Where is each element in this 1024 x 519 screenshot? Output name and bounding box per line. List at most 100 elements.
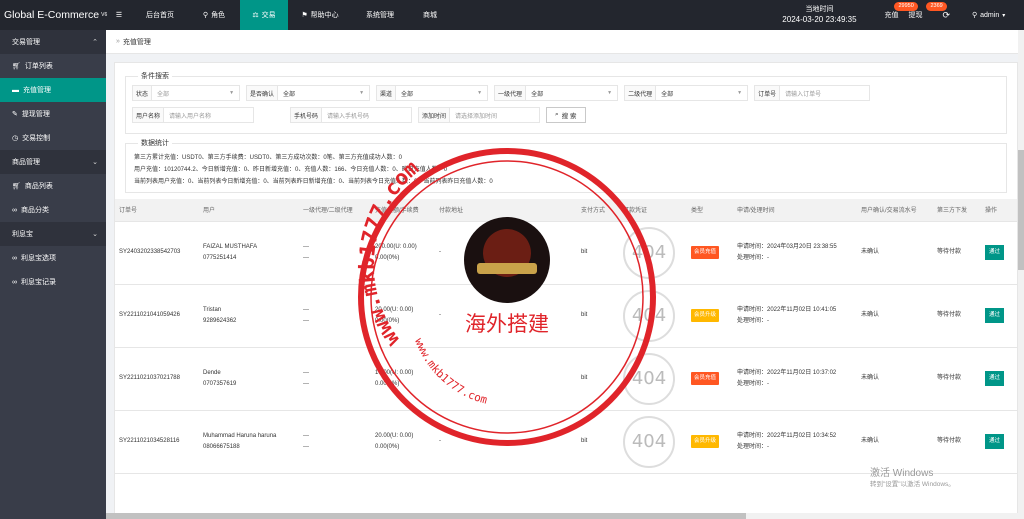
search-legend: 条件搜索 xyxy=(141,73,169,80)
topnav-mall-label: 商城 xyxy=(423,12,437,19)
sidebar-item-trade-control[interactable]: ◷ 交易控制 xyxy=(0,126,106,150)
topnav-role[interactable]: ⚲ 角色 xyxy=(188,0,240,30)
cell-time: 申请时间：2022年11月02日 10:37:02 处理时间：- xyxy=(733,347,857,411)
brand-name: Global E-Commerce xyxy=(4,9,100,21)
recharge-button[interactable]: 29950 充值 xyxy=(874,0,918,30)
agent2-select-value: 全部 xyxy=(661,91,674,98)
amount: 20.00(U: 0.00) xyxy=(375,306,414,313)
admin-name: admin xyxy=(980,11,1000,19)
proof-image[interactable]: 404 xyxy=(623,352,675,405)
cell-address: - xyxy=(435,410,577,474)
cell-amount: 200.00(U: 0.00) 0.00(0%) xyxy=(371,221,435,285)
cell-type: 会员升级 xyxy=(687,284,733,348)
sidebar-item-orders[interactable]: 🛒︎ 订单列表 xyxy=(0,54,106,78)
username-placeholder: 请输入用户名称 xyxy=(169,113,212,120)
fee: 0.00(0%) xyxy=(375,380,400,387)
cell-user: Muhammad Haruna haruna 08066675188 xyxy=(199,410,299,474)
sidebar-group-trade[interactable]: 交易管理 ⌃ xyxy=(0,30,106,54)
horizontal-scrollbar[interactable] xyxy=(106,513,1018,519)
confirm-select[interactable]: 全部 ▼ xyxy=(278,85,371,101)
table-row: SY2211021041059426 Tristan 9289624362 ---… xyxy=(115,284,1017,348)
cell-third: 等待付款 xyxy=(933,410,981,474)
sidebar-item-interest-records[interactable]: ∞ 利息宝记录 xyxy=(0,270,106,294)
filter-row-2: 用户名称 请输入用户名称 手机号码 请输入手机号码 添加时间 请选择添加时间 ⌕… xyxy=(132,107,1000,123)
approve-button[interactable]: 通过 xyxy=(985,371,1005,386)
status-select[interactable]: 全部 ▼ xyxy=(152,85,241,101)
sidebar-item-interest-options[interactable]: ∞ 利息宝选项 xyxy=(0,246,106,270)
topnav-home[interactable]: 后台首页 xyxy=(132,0,188,30)
top-bar: Global E-Commerce V6 ☰ 后台首页 ⚲ 角色 ⚖ 交易 ⚑ 帮助中心… xyxy=(0,0,1024,30)
proof-image[interactable]: 404 xyxy=(623,289,675,342)
cell-method: bit xyxy=(577,221,619,285)
stats-line-user: 用户充值：10120744.2、今日新增充值：0、昨日新增充值：0、充值人数：1… xyxy=(134,167,448,173)
filter-agent2-label: 二级代理 xyxy=(624,85,657,101)
recharge-label: 充值 xyxy=(884,12,899,19)
apply-time: 申请时间：2024年03月20日 23:38:55 xyxy=(737,243,837,250)
sidebar-item-label: 利息宝选项 xyxy=(21,255,56,262)
cell-amount: 20.00(U: 0.00) 0.00(0%) xyxy=(371,284,435,348)
proof-image[interactable]: 404 xyxy=(623,226,675,279)
stats-line-list: 当前列表用户充值：0、当前列表今日新增充值：0、当前列表昨日新增充值：0、当前列… xyxy=(134,179,493,185)
link-icon: ∞ xyxy=(12,278,17,286)
filter-status-label: 状态 xyxy=(132,85,153,101)
col-confirm: 用户确认/交易流水号 xyxy=(857,199,933,222)
filter-added-time: 添加时间 请选择添加时间 xyxy=(418,107,541,123)
user-phone: 0707357619 xyxy=(203,380,237,387)
menu-toggle[interactable]: ☰ xyxy=(106,0,132,30)
added-time-placeholder: 请选择添加时间 xyxy=(455,113,498,120)
col-action: 操作 xyxy=(981,199,1017,222)
refresh-button[interactable]: ⟳ xyxy=(932,0,960,30)
sidebar-item-goods-list[interactable]: 🛒︎ 商品列表 xyxy=(0,174,106,198)
added-time-input[interactable]: 请选择添加时间 xyxy=(450,107,541,123)
agent2: --- xyxy=(303,443,309,450)
cell-amount: 20.00(U: 0.00) 0.00(0%) xyxy=(371,410,435,474)
agent1: --- xyxy=(303,432,309,439)
filter-phone-label: 手机号码 xyxy=(290,107,323,123)
vertical-scrollbar[interactable] xyxy=(1018,30,1024,519)
amount: 10.00(U: 0.00) xyxy=(375,369,414,376)
sidebar-group-interest[interactable]: 利息宝 ⌄ xyxy=(0,222,106,246)
approve-button[interactable]: 通过 xyxy=(985,308,1005,323)
brand-logo[interactable]: Global E-Commerce V6 xyxy=(0,0,107,30)
phone-input[interactable]: 请输入手机号码 xyxy=(322,107,413,123)
table-row: SY2211021037021788 Dende 0707357619 --- --… xyxy=(115,347,1017,411)
order-no-input[interactable]: 请输入订单号 xyxy=(780,85,871,101)
filter-agent1-label: 一级代理 xyxy=(494,85,527,101)
dropdown-arrow-icon: ▼ xyxy=(607,90,613,96)
vertical-scroll-thumb[interactable] xyxy=(1018,150,1024,270)
cell-user: FAIZAL MUSTHAFA 0775251414 xyxy=(199,221,299,285)
sidebar-group-goods[interactable]: 商品管理 ⌄ xyxy=(0,150,106,174)
sidebar-group-label: 交易管理 xyxy=(12,39,40,46)
channel-select[interactable]: 全部 ▼ xyxy=(396,85,489,101)
approve-button[interactable]: 通过 xyxy=(985,434,1005,449)
cell-address: - xyxy=(435,221,577,285)
cart-icon: 🛒︎ xyxy=(12,183,21,190)
cell-agents: --- --- xyxy=(299,284,371,348)
topnav-trade-label: 交易 xyxy=(261,12,276,19)
agent2-select[interactable]: 全部 ▼ xyxy=(656,85,749,101)
search-button[interactable]: ⌕ 搜 索 xyxy=(546,107,586,123)
cell-agents: --- --- xyxy=(299,410,371,474)
topnav-help[interactable]: ⚑ 帮助中心 xyxy=(288,0,352,30)
topnav-mall[interactable]: 商城 xyxy=(408,0,452,30)
cell-action: 通过 xyxy=(981,347,1017,411)
admin-user-icon: ⚲ xyxy=(972,12,978,19)
username-input[interactable]: 请输入用户名称 xyxy=(164,107,255,123)
horizontal-scroll-thumb[interactable] xyxy=(106,513,746,519)
proof-image[interactable]: 404 xyxy=(623,415,675,468)
withdraw-button[interactable]: 2369 提现 xyxy=(908,0,947,30)
sidebar-item-withdraw[interactable]: ✎ 提现管理 xyxy=(0,102,106,126)
sidebar-item-label: 商品列表 xyxy=(24,183,53,190)
agent1-select[interactable]: 全部 ▼ xyxy=(526,85,619,101)
admin-menu[interactable]: ⚲ admin ▾ xyxy=(960,0,1024,30)
agent2: --- xyxy=(303,254,309,261)
withdraw-label: 提现 xyxy=(908,12,923,19)
col-agents: 一级代理/二级代理 xyxy=(299,199,371,222)
sidebar-item-recharge[interactable]: ▬ 充值管理 xyxy=(0,78,106,102)
approve-button[interactable]: 通过 xyxy=(985,245,1005,260)
process-time: 处理时间：- xyxy=(737,254,769,261)
topnav-trade[interactable]: ⚖ 交易 xyxy=(240,0,288,30)
sidebar-item-goods-category[interactable]: ∞ 商品分类 xyxy=(0,198,106,222)
fee: 0.00(0%) xyxy=(375,317,400,324)
topnav-system[interactable]: 系统管理 xyxy=(352,0,408,30)
